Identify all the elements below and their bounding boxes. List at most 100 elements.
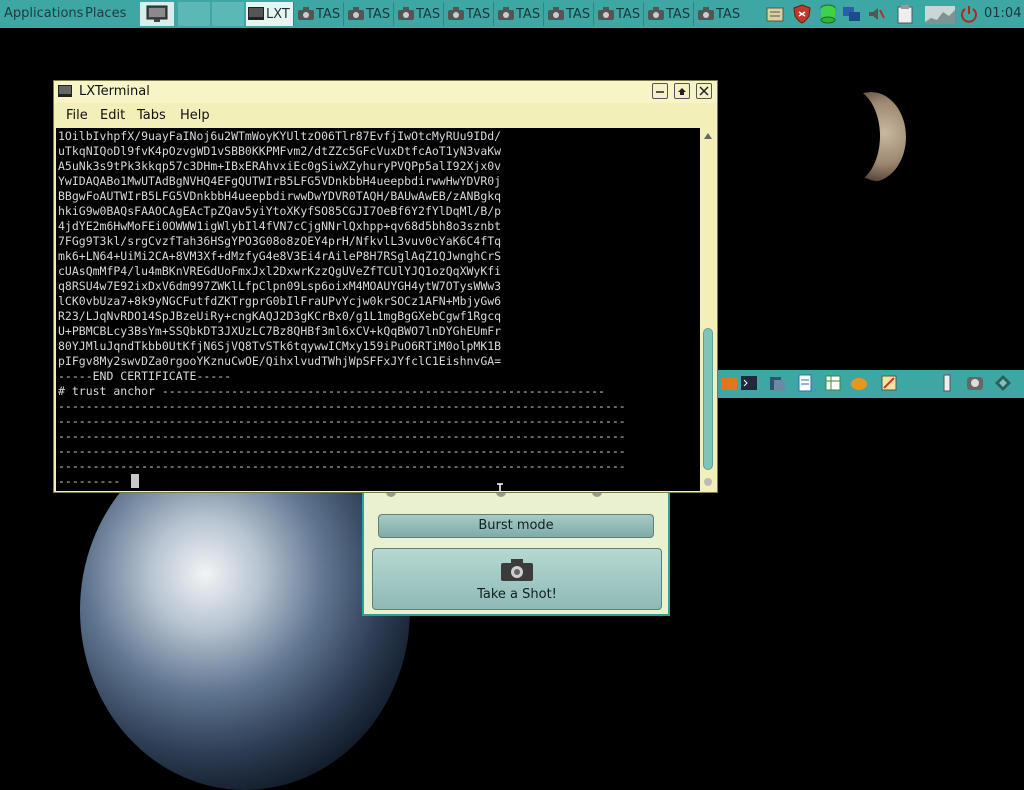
ibeam-cursor-icon: [497, 483, 503, 491]
terminal-line: 80YJMluJqndTkbb0UtKfjN6SjVQ8TvSTk6tqywwI…: [58, 339, 502, 353]
terminal-line: ----------------------------------------…: [58, 414, 626, 428]
task-label: TAS: [616, 7, 641, 22]
top-panel: Applications Places LXT TAS TAS TAS TAS …: [0, 0, 1024, 28]
menu-edit[interactable]: Edit: [100, 108, 125, 123]
document-icon[interactable]: [796, 374, 814, 392]
menu-tabs[interactable]: Tabs: [137, 108, 166, 123]
minimize-button[interactable]: [652, 83, 668, 99]
close-icon: [699, 86, 709, 96]
editor-icon[interactable]: [880, 374, 898, 392]
menu-help[interactable]: Help: [180, 108, 210, 123]
terminal-icon: [248, 7, 264, 20]
terminal-line: # trust anchor -------------------------…: [58, 384, 605, 398]
scrollbar-thumb[interactable]: [703, 328, 713, 470]
task-camera-7[interactable]: TAS: [596, 2, 644, 26]
terminal-line: lCK0vbUza7+8k9yNGCFutfdZKTrgprG0bIlFraUP…: [58, 294, 502, 308]
terminal-line: ----------------------------------------…: [58, 444, 626, 458]
clock[interactable]: 01:04: [984, 6, 1021, 21]
terminal-line: BBgwFoAUTWIrB5LFG5VDnkbbH4ueepbdirwwDwYD…: [58, 189, 502, 203]
camera-icon: [348, 7, 364, 20]
volume-icon[interactable]: [866, 4, 886, 24]
terminal-line: mk6+LN64+UiMi2CA+8VM3Xf+dMzfyG4e8V3Ei4rA…: [58, 249, 502, 263]
camera-icon: [501, 559, 533, 581]
menu-file[interactable]: File: [66, 108, 88, 123]
task-label: TAS: [316, 7, 341, 22]
terminal-line: ---------: [58, 474, 121, 488]
task-label: TAS: [716, 7, 741, 22]
terminal-output[interactable]: 1OilbIvhpfX/9uayFaINoj6u2WTmWoyKYUltzO06…: [56, 128, 700, 491]
graph-icon[interactable]: [925, 4, 955, 24]
camera-icon: [598, 7, 614, 20]
terminal-line: A5uNk3s9tPk3kkqp57c3DHm+IBxERAhvxiEc0gSi…: [58, 159, 502, 173]
shield-icon[interactable]: [792, 4, 812, 24]
maximize-icon: [678, 88, 686, 95]
monitor-icon: [146, 5, 168, 22]
burst-mode-button[interactable]: Burst mode: [378, 514, 654, 538]
terminal-line: 7FGg9T3kl/srgCvzfTah36HSgYPO3G08o8zOEY4p…: [58, 234, 502, 248]
camera-icon: [498, 7, 514, 20]
task-label: LXT: [266, 7, 290, 22]
scroll-down-icon[interactable]: [700, 476, 716, 488]
applications-menu[interactable]: Applications: [4, 6, 83, 21]
terminal-icon[interactable]: [740, 374, 758, 392]
places-menu[interactable]: Places: [85, 6, 126, 21]
task-camera-2[interactable]: TAS: [346, 2, 394, 26]
terminal-line: pIFgv8My2swvDZa0rgooYKznuCwOE/QihxlvudTW…: [58, 354, 502, 368]
terminal-line: U+PBMCBLcy3BsYm+SSQbkDT3JXUzLC7Bz8QHBf3m…: [58, 324, 502, 338]
title-bar[interactable]: LXTerminal: [54, 81, 717, 103]
terminal-line: 4jdYE2m6HwMoFEi0OWWW1igWlybIl4fVN7cCjgNN…: [58, 219, 502, 233]
camera-icon: [298, 7, 314, 20]
terminal-line: uTkqNIQoDl9fvK4pOzvgWD1vSBB0KKPMFvm2/dtZ…: [58, 144, 502, 158]
camera-icon[interactable]: [966, 374, 984, 392]
terminal-line: ----------------------------------------…: [58, 429, 626, 443]
files-icon[interactable]: [768, 374, 786, 392]
task-camera-8[interactable]: TAS: [646, 2, 694, 26]
vertical-scrollbar[interactable]: [700, 128, 716, 491]
task-label: TAS: [366, 7, 391, 22]
maximize-button[interactable]: [674, 83, 690, 99]
terminal-icon: [58, 85, 72, 97]
task-camera-3[interactable]: TAS: [396, 2, 444, 26]
task-lxterminal[interactable]: LXT: [246, 2, 294, 26]
terminal-line: cUAsQmMfP4/lu4mBKnVREGdUoFmxJxl2DxwrKzzQ…: [58, 264, 502, 278]
paint-icon[interactable]: [850, 374, 868, 392]
camera-icon: [698, 7, 714, 20]
task-camera-6[interactable]: TAS: [546, 2, 594, 26]
network-icon[interactable]: [842, 4, 862, 24]
task-label: TAS: [516, 7, 541, 22]
close-button[interactable]: [696, 83, 712, 99]
tools-icon[interactable]: [938, 374, 956, 392]
task-camera-1[interactable]: TAS: [296, 2, 344, 26]
camera-app-window: Burst mode Take a Shot!: [362, 486, 670, 616]
task-camera-9[interactable]: TAS: [696, 2, 744, 26]
notes-icon[interactable]: [765, 4, 785, 24]
terminal-line: 1OilbIvhpfX/9uayFaINoj6u2WTmWoyKYUltzO06…: [58, 129, 502, 143]
app-dock: [716, 370, 1024, 398]
spreadsheet-icon[interactable]: [824, 374, 842, 392]
minimize-icon: [656, 91, 664, 93]
terminal-line: q8RSU4w7E92ixDxV6dm997ZWKlLfpClpn09Lsp6o…: [58, 279, 502, 293]
terminal-line: -----END CERTIFICATE-----: [58, 369, 232, 383]
scroll-up-icon[interactable]: [700, 130, 716, 142]
power-icon[interactable]: [959, 4, 979, 24]
camera-icon: [448, 7, 464, 20]
task-camera-5[interactable]: TAS: [496, 2, 544, 26]
workspace-1-button[interactable]: [140, 2, 174, 26]
clipboard-icon[interactable]: [895, 4, 915, 24]
take-shot-button[interactable]: Take a Shot!: [372, 548, 662, 610]
database-icon[interactable]: [818, 4, 838, 24]
camera-icon: [398, 7, 414, 20]
task-label: TAS: [466, 7, 491, 22]
window-title: LXTerminal: [79, 84, 150, 99]
workspace-3-button[interactable]: [212, 2, 244, 26]
task-camera-4[interactable]: TAS: [446, 2, 494, 26]
task-label: TAS: [416, 7, 441, 22]
network-icon[interactable]: [994, 374, 1012, 392]
camera-icon: [648, 7, 664, 20]
lxterminal-window: LXTerminal File Edit Tabs Help 1OilbIvhp…: [53, 80, 718, 493]
menu-bar: File Edit Tabs Help: [54, 103, 717, 127]
terminal-line: hkiG9w0BAQsFAAOCAgEAcTpZQav5yiYtoXKyfSO8…: [58, 204, 502, 218]
folder-icon[interactable]: [720, 374, 738, 392]
moon-shadow: [818, 88, 880, 184]
workspace-2-button[interactable]: [178, 2, 210, 26]
